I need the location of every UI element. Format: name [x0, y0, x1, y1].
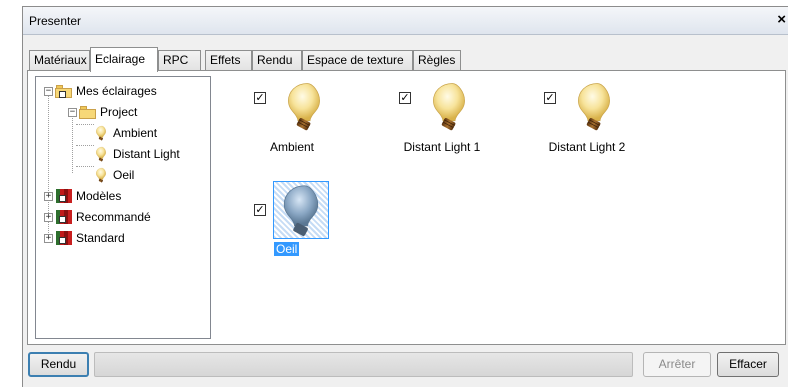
enable-checkbox[interactable]: ✓: [544, 92, 556, 104]
presenter-window: Presenter × Matériaux Eclairage RPC Effe…: [22, 6, 788, 387]
light-bulb-icon: [96, 125, 106, 141]
tab-effets[interactable]: Effets: [205, 50, 252, 70]
enable-checkbox[interactable]: ✓: [254, 204, 266, 216]
expand-icon[interactable]: +: [44, 191, 53, 201]
light-item-ambient[interactable]: ✓ Ambient: [247, 78, 377, 173]
light-label-text: Ambient: [269, 140, 315, 154]
tree-item-label: Oeil: [113, 168, 135, 182]
light-label: Ambient: [227, 140, 357, 154]
stop-button[interactable]: Arrêter: [643, 352, 711, 377]
light-label: Distant Light 1: [377, 140, 507, 154]
expand-icon[interactable]: +: [44, 212, 53, 222]
light-item-oeil[interactable]: ✓ Oeil: [247, 180, 377, 275]
window-title: Presenter: [29, 14, 82, 28]
tab-materiaux[interactable]: Matériaux: [29, 50, 90, 70]
tree-item-ambient[interactable]: Ambient: [92, 124, 157, 142]
tab-espace-de-texture[interactable]: Espace de texture: [302, 50, 413, 70]
lights-view: ✓ Ambient ✓ Distant Light 1 ✓ Distant Li…: [217, 76, 780, 339]
light-label-text: Oeil: [274, 242, 300, 256]
tree-item-label: Standard: [76, 231, 125, 245]
tree-item-standard[interactable]: + Standard: [44, 229, 125, 247]
tab-eclairage[interactable]: Eclairage: [90, 47, 158, 72]
title-bar: Presenter ×: [23, 7, 788, 35]
lighting-tree[interactable]: − Mes éclairages − Project Ambient Dista…: [35, 76, 211, 339]
light-item-distant-light-1[interactable]: ✓ Distant Light 1: [392, 78, 522, 173]
library-books-icon: [55, 209, 72, 225]
tree-item-label: Recommandé: [76, 210, 151, 224]
light-bulb-icon: [577, 83, 611, 132]
light-bulb-icon: [96, 167, 106, 183]
tree-item-label: Mes éclairages: [76, 84, 157, 98]
light-label-text: Distant Light 1: [403, 140, 481, 154]
folder-icon: [79, 105, 96, 119]
tree-item-label: Distant Light: [113, 147, 180, 161]
expand-icon[interactable]: +: [44, 233, 53, 243]
tree-item-distant-light[interactable]: Distant Light: [92, 145, 180, 163]
tree-item-modeles[interactable]: + Modèles: [44, 187, 121, 205]
collapse-icon[interactable]: −: [44, 86, 53, 96]
tree-item-recommande[interactable]: + Recommandé: [44, 208, 151, 226]
render-progress-bar: [94, 352, 633, 377]
enable-checkbox[interactable]: ✓: [254, 92, 266, 104]
library-books-icon: [55, 188, 72, 204]
folder-icon: [55, 84, 72, 98]
tab-rpc[interactable]: RPC: [158, 50, 201, 70]
enable-checkbox[interactable]: ✓: [399, 92, 411, 104]
tree-item-label: Modèles: [76, 189, 122, 203]
render-button[interactable]: Rendu: [28, 352, 89, 377]
light-label: Distant Light 2: [522, 140, 652, 154]
light-bulb-icon: [273, 181, 329, 239]
tree-item-oeil[interactable]: Oeil: [92, 166, 134, 184]
light-bulb-icon: [96, 146, 106, 162]
collapse-icon[interactable]: −: [68, 107, 77, 117]
clear-button[interactable]: Effacer: [717, 352, 779, 377]
tree-item-label: Project: [100, 105, 138, 119]
tab-rendu[interactable]: Rendu: [252, 50, 302, 70]
eclairage-panel: − Mes éclairages − Project Ambient Dista…: [27, 70, 786, 345]
tree-item-mes-eclairages[interactable]: − Mes éclairages: [44, 82, 157, 100]
tree-connector: [72, 113, 73, 173]
light-label-text: Distant Light 2: [548, 140, 626, 154]
tab-regles[interactable]: Règles: [413, 50, 461, 70]
light-item-distant-light-2[interactable]: ✓ Distant Light 2: [537, 78, 667, 173]
tree-item-label: Ambient: [113, 126, 158, 140]
close-icon[interactable]: ×: [777, 11, 786, 28]
light-bulb-icon: [432, 83, 466, 132]
library-books-icon: [55, 230, 72, 246]
tree-item-project[interactable]: − Project: [68, 103, 137, 121]
light-bulb-icon: [287, 83, 321, 132]
